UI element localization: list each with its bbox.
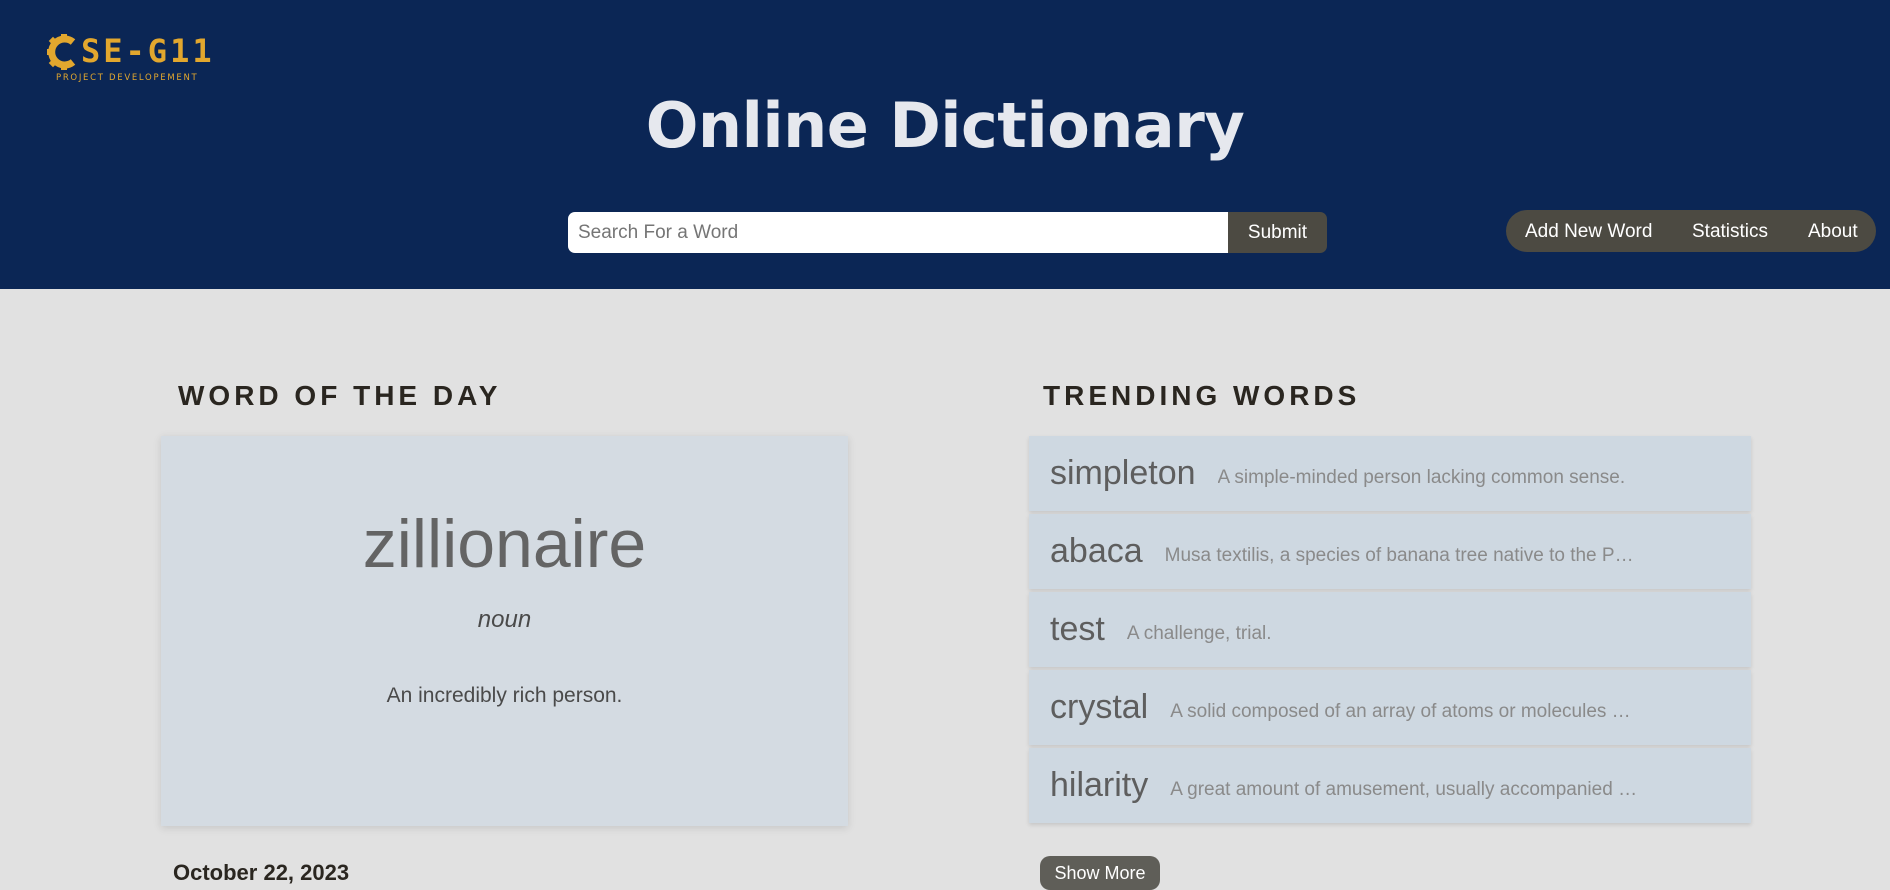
logo-title: SE-G11 [81, 32, 215, 70]
trending-item[interactable]: test A challenge, trial. [1029, 592, 1751, 667]
trending-item[interactable]: hilarity A great amount of amusement, us… [1029, 748, 1751, 823]
wotd-part-of-speech: noun [477, 606, 532, 633]
word-of-the-day-card[interactable]: zillionaire noun An incredibly rich pers… [161, 436, 848, 826]
trending-word: test [1050, 610, 1105, 648]
nav-add-new-word[interactable]: Add New Word [1525, 221, 1652, 243]
trending-item[interactable]: simpleton A simple-minded person lacking… [1029, 436, 1751, 511]
trending-definition: A great amount of amusement, usually acc… [1170, 778, 1640, 800]
word-of-the-day-heading: WORD OF THE DAY [178, 380, 502, 411]
gear-c-icon [47, 34, 76, 70]
trending-definition: A simple-minded person lacking common se… [1217, 466, 1626, 488]
trending-word: simpleton [1050, 454, 1196, 492]
trending-definition: A solid composed of an array of atoms or… [1170, 700, 1640, 722]
nav-about[interactable]: About [1808, 221, 1858, 243]
trending-definition: A challenge, trial. [1126, 622, 1272, 644]
site-header: SE-G11 PROJECT DEVELOPEMENT Online Dicti… [0, 0, 1890, 289]
show-more-button[interactable]: Show More [1040, 856, 1160, 890]
wotd-date: October 22, 2023 [173, 860, 350, 885]
trending-words-heading: TRENDING WORDS [1043, 380, 1361, 411]
submit-button[interactable]: Submit [1228, 212, 1327, 253]
nav-statistics[interactable]: Statistics [1692, 221, 1768, 243]
wotd-word: zillionaire [362, 506, 647, 582]
main-nav: Add New Word Statistics About [1506, 210, 1876, 252]
trending-definition: Musa textilis, a species of banana tree … [1164, 544, 1635, 566]
logo-subtitle: PROJECT DEVELOPEMENT [56, 73, 199, 83]
site-logo[interactable]: SE-G11 PROJECT DEVELOPEMENT [47, 33, 227, 85]
trending-word: abaca [1050, 532, 1143, 570]
trending-item[interactable]: crystal A solid composed of an array of … [1029, 670, 1751, 745]
trending-word: crystal [1050, 688, 1149, 726]
search-input[interactable] [568, 212, 1228, 253]
trending-item[interactable]: abaca Musa textilis, a species of banana… [1029, 514, 1751, 589]
trending-word: hilarity [1050, 766, 1149, 804]
wotd-definition: An incredibly rich person. [386, 684, 623, 707]
page-title: Online Dictionary [645, 89, 1245, 162]
